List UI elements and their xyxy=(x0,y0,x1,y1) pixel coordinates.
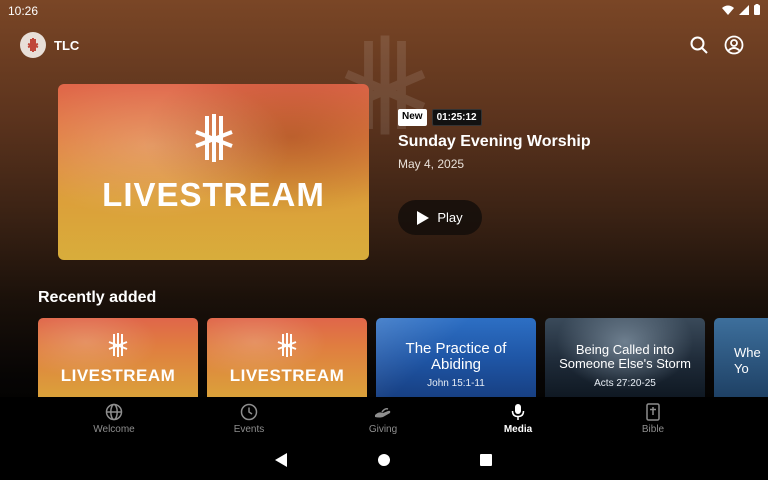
wifi-icon xyxy=(722,5,734,15)
nav-item-giving[interactable]: Giving xyxy=(333,403,433,435)
app-name: TLC xyxy=(54,38,80,53)
card-reference: John 15:1-11 xyxy=(427,378,485,389)
media-card[interactable]: The Practice of Abiding John 15:1-11 xyxy=(376,318,536,398)
status-time: 10:26 xyxy=(8,4,39,18)
app-screen: 10:26 TLC LIVESTREAM New 01:25:12 Sunday… xyxy=(0,0,768,480)
bible-icon xyxy=(646,403,660,421)
new-badge: New xyxy=(398,109,427,126)
clock-icon xyxy=(240,403,258,421)
back-icon[interactable] xyxy=(274,453,288,467)
nav-item-bible[interactable]: Bible xyxy=(603,403,703,435)
card-title: The Practice of Abiding xyxy=(405,340,507,373)
giving-hand-icon xyxy=(375,408,391,418)
livestream-logo-icon xyxy=(108,333,128,357)
hero-title: Sunday Evening Worship xyxy=(398,133,591,150)
card-title: Whe Yo xyxy=(734,345,761,376)
search-icon[interactable] xyxy=(689,35,709,55)
media-card[interactable]: LIVESTREAM xyxy=(38,318,198,398)
play-icon xyxy=(417,210,430,225)
nav-label: Bible xyxy=(641,424,665,435)
media-card[interactable]: LIVESTREAM xyxy=(207,318,367,398)
nav-label: Welcome xyxy=(93,424,135,435)
nav-label: Media xyxy=(503,424,533,435)
microphone-icon xyxy=(511,404,525,420)
church-logo-icon xyxy=(27,38,39,52)
status-icons xyxy=(722,4,760,15)
hero-date: May 4, 2025 xyxy=(398,157,465,171)
card-reference: Acts 27:20-25 xyxy=(594,378,656,389)
recents-icon[interactable] xyxy=(480,454,492,466)
duration-badge: 01:25:12 xyxy=(431,109,482,126)
nav-label: Events xyxy=(233,424,265,435)
system-navigation-bar xyxy=(0,440,768,480)
globe-icon xyxy=(105,403,123,421)
media-card[interactable]: Being Called into Someone Else's Storm A… xyxy=(545,318,705,398)
hero-thumbnail[interactable]: LIVESTREAM xyxy=(58,84,369,260)
signal-icon xyxy=(739,4,749,15)
card-title: Being Called into Someone Else's Storm xyxy=(559,342,691,371)
card-title: LIVESTREAM xyxy=(229,366,345,385)
account-icon[interactable] xyxy=(724,35,744,55)
home-icon[interactable] xyxy=(378,454,390,466)
nav-item-welcome[interactable]: Welcome xyxy=(64,403,164,435)
play-button[interactable]: Play xyxy=(398,200,482,235)
play-button-label: Play xyxy=(437,210,463,225)
hero-badges: New 01:25:12 xyxy=(398,109,482,126)
nav-item-media[interactable]: Media xyxy=(468,403,568,435)
recently-added-row[interactable]: LIVESTREAM LIVESTREAM The Practice of Ab… xyxy=(38,318,768,398)
church-logo[interactable] xyxy=(20,32,46,58)
livestream-logo-icon xyxy=(277,333,297,357)
bottom-navigation: Welcome Events Giving Media Bible xyxy=(0,397,768,440)
nav-item-events[interactable]: Events xyxy=(199,403,299,435)
hero-thumbnail-text: LIVESTREAM xyxy=(102,176,325,213)
livestream-logo-icon xyxy=(195,114,233,162)
battery-icon xyxy=(754,4,760,15)
card-title: LIVESTREAM xyxy=(60,366,176,385)
status-bar: 10:26 xyxy=(0,0,768,22)
recently-added-title: Recently added xyxy=(38,289,157,306)
nav-label: Giving xyxy=(368,424,398,435)
media-card[interactable]: Whe Yo xyxy=(714,318,768,398)
